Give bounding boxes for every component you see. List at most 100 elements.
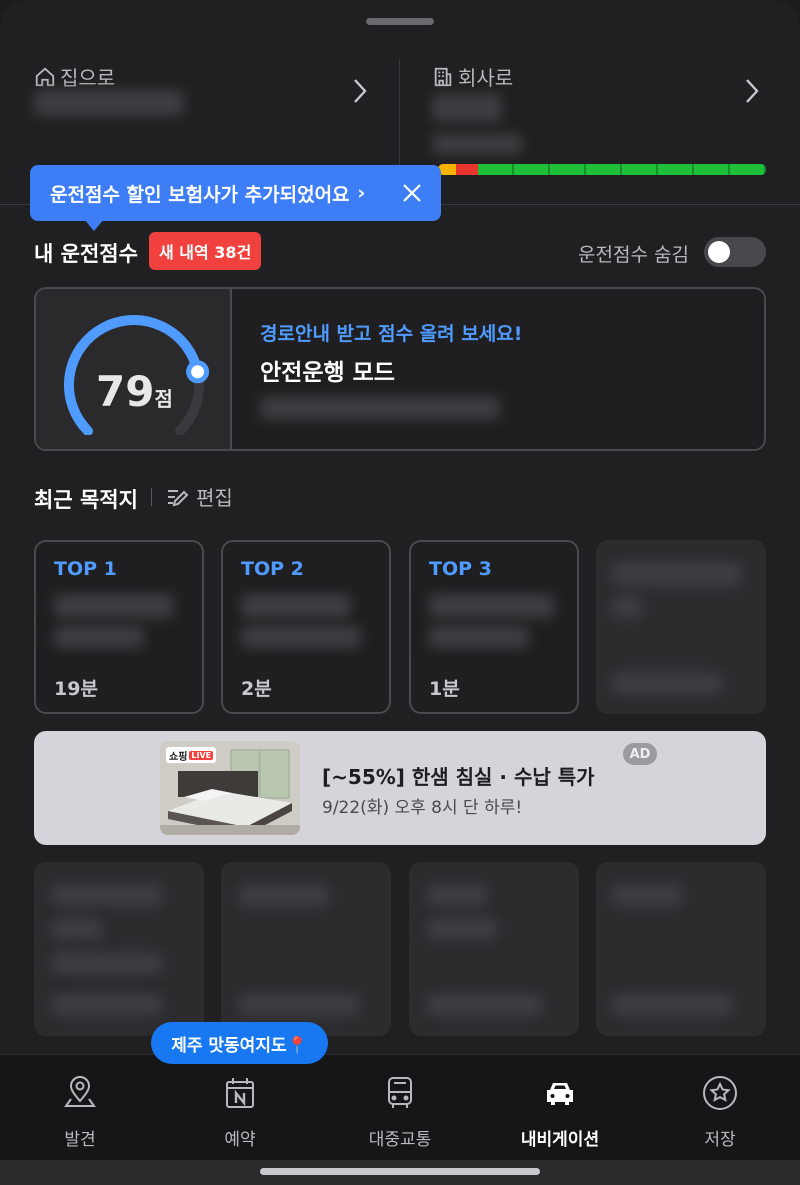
hide-score-toggle[interactable] — [704, 237, 766, 267]
home-address-blurred — [34, 90, 184, 116]
tab-label: 발견 — [64, 1130, 96, 1150]
traffic-jam — [456, 164, 478, 175]
place-name-blurred — [54, 626, 144, 648]
close-icon[interactable] — [401, 182, 423, 204]
home-indicator[interactable] — [260, 1168, 540, 1175]
calendar-icon — [226, 1078, 254, 1108]
travel-time: 19분 — [54, 678, 98, 700]
place-name-blurred — [612, 596, 642, 618]
rank-label: TOP 3 — [429, 558, 492, 580]
recommendation-card[interactable] — [221, 862, 391, 1036]
travel-time-blurred — [612, 672, 722, 694]
card-text-blurred — [52, 884, 162, 906]
recent-destinations-title: 최근 목적지 — [34, 488, 138, 512]
rank-label: TOP 1 — [54, 558, 117, 580]
tab-discover[interactable]: 발견 — [0, 1055, 160, 1161]
chevron-right-icon — [354, 79, 367, 103]
place-name-blurred — [429, 594, 554, 618]
work-label: 회사로 — [432, 62, 513, 91]
edit-label: 편집 — [196, 486, 233, 510]
card-text-blurred — [427, 884, 487, 906]
ad-label: AD — [623, 743, 657, 765]
title-separator — [151, 488, 152, 506]
bottom-sheet: 집으로 회사로 운전점수 할인 보험사가 추가되었어요 › 내 운전점수 새 내… — [0, 0, 800, 1185]
card-text-blurred — [612, 884, 682, 906]
tab-label: 내비게이션 — [520, 1130, 600, 1150]
ad-subtitle: 9/22(화) 오후 8시 단 하루! — [322, 798, 523, 818]
recommendation-card[interactable] — [596, 862, 766, 1036]
score-number: 79 — [96, 367, 155, 416]
card-text-blurred — [239, 994, 359, 1016]
edit-button[interactable]: 편집 — [166, 482, 233, 511]
travel-time: 2분 — [241, 678, 272, 700]
card-text-blurred — [427, 918, 497, 940]
event-bubble-text: 제주 맛동여지도📍 — [171, 1035, 308, 1056]
new-history-badge[interactable]: 새 내역 38건 — [149, 232, 262, 270]
recent-destination-card[interactable]: TOP 2 2분 — [221, 540, 391, 714]
mode-detail-blurred — [260, 397, 500, 419]
card-text-blurred — [52, 952, 162, 974]
star-icon — [703, 1076, 737, 1110]
safe-driving-mode: 안전운행 모드 — [260, 360, 395, 386]
place-name-blurred — [241, 594, 351, 618]
place-name-blurred — [612, 562, 742, 586]
building-icon — [434, 67, 452, 86]
recommendation-card[interactable] — [34, 862, 204, 1036]
tab-transit[interactable]: 대중교통 — [320, 1055, 480, 1161]
insurance-tooltip[interactable]: 운전점수 할인 보험사가 추가되었어요 › — [30, 165, 441, 231]
driving-score-title: 내 운전점수 — [34, 242, 138, 266]
hide-score-label: 운전점수 숨김 — [578, 244, 689, 266]
driving-score-card[interactable]: 79점 경로안내 받고 점수 올려 보세요! 안전운행 모드 — [34, 287, 766, 451]
jeju-event-bubble[interactable]: 제주 맛동여지도📍 — [151, 1022, 328, 1064]
score-promo: 경로안내 받고 점수 올려 보세요! — [260, 323, 523, 345]
tab-label: 대중교통 — [368, 1130, 432, 1150]
chevron-right-icon — [746, 79, 759, 103]
car-icon — [547, 1083, 573, 1105]
live-badge: LIVE — [189, 750, 214, 760]
travel-time: 1분 — [429, 678, 460, 700]
tooltip-text: 운전점수 할인 보험사가 추가되었어요 — [50, 183, 350, 206]
card-text-blurred — [612, 994, 732, 1016]
tooltip-chevron: › — [357, 182, 366, 204]
work-eta-blurred — [432, 134, 522, 154]
score-unit: 점 — [154, 387, 173, 411]
recent-destination-card[interactable] — [596, 540, 766, 714]
card-text-blurred — [52, 918, 102, 940]
tab-label: 예약 — [224, 1130, 256, 1150]
edit-icon — [168, 489, 189, 506]
card-text-blurred — [52, 994, 162, 1016]
tab-saved[interactable]: 저장 — [640, 1055, 800, 1161]
ad-title: [~55%] 한샘 침실 · 수납 특가 — [322, 765, 595, 789]
bottom-tab-bar: 발견 예약 대중교통 내비게이션 저장 — [0, 1054, 800, 1160]
tab-navigation[interactable]: 내비게이션 — [480, 1055, 640, 1161]
recommendation-card[interactable] — [409, 862, 579, 1036]
bus-icon — [388, 1077, 412, 1108]
score-gauge: 79점 — [36, 289, 232, 449]
tooltip-tail — [84, 219, 104, 231]
traffic-bar — [438, 164, 766, 175]
sheet-grabber[interactable] — [366, 18, 434, 25]
shopping-live-badge: 쇼핑 LIVE — [166, 747, 217, 763]
place-name-blurred — [429, 626, 529, 648]
recent-destination-card[interactable]: TOP 3 1분 — [409, 540, 579, 714]
toggle-knob — [708, 241, 730, 263]
tab-reservation[interactable]: 예약 — [160, 1055, 320, 1161]
rank-label: TOP 2 — [241, 558, 304, 580]
recent-destination-card[interactable]: TOP 1 19분 — [34, 540, 204, 714]
card-text-blurred — [239, 884, 329, 906]
home-label: 집으로 — [34, 62, 115, 91]
work-shortcut[interactable]: 회사로 — [432, 60, 766, 200]
tab-label: 저장 — [704, 1130, 736, 1150]
shop-badge-text: 쇼핑 — [169, 751, 188, 763]
work-name-blurred — [432, 94, 502, 122]
bed-product-image: 쇼핑 LIVE — [160, 741, 300, 835]
home-icon — [35, 67, 55, 86]
ad-banner[interactable]: 쇼핑 LIVE [~55%] 한샘 침실 · 수납 특가 9/22(화) 오후 … — [34, 731, 766, 845]
place-name-blurred — [54, 594, 174, 618]
place-name-blurred — [241, 626, 361, 648]
map-pin-icon — [64, 1076, 96, 1107]
score-value: 79점 — [96, 367, 173, 416]
card-text-blurred — [427, 994, 542, 1016]
traffic-smooth — [478, 164, 766, 175]
gauge-indicator — [186, 360, 210, 384]
